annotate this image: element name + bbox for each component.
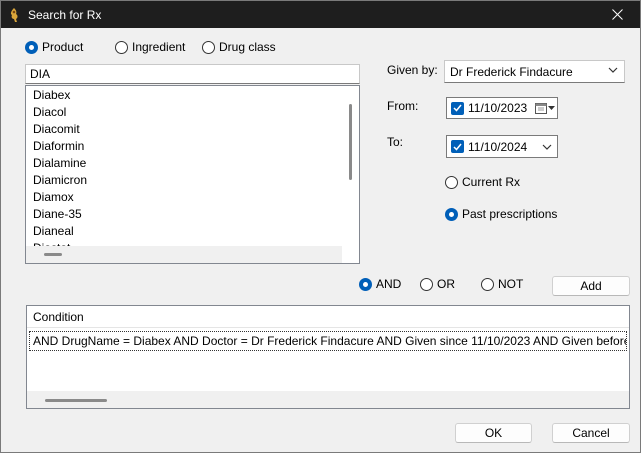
radio-label: NOT (498, 277, 524, 291)
list-item-selected[interactable]: Diabex (33, 88, 70, 102)
radio-drug-class[interactable]: Drug class (202, 40, 276, 54)
results-horizontal-scrollbar[interactable] (26, 246, 342, 263)
given-by-dropdown[interactable]: Dr Frederick Findacure (444, 60, 625, 83)
to-label: To: (387, 135, 404, 149)
from-date-picker[interactable]: 11/10/2023 (446, 97, 558, 119)
radio-indicator (445, 175, 458, 189)
radio-label: Product (42, 40, 84, 54)
list-item[interactable]: Diane-35 (30, 206, 340, 223)
radio-or[interactable]: OR (420, 277, 455, 291)
chevron-down-icon (608, 67, 618, 73)
list-item[interactable]: Diacomit (30, 121, 340, 138)
window-title: Search for Rx (28, 7, 102, 22)
radio-indicator (359, 277, 372, 291)
radio-label: Ingredient (132, 40, 186, 54)
results-items: Diabex Diacol Diacomit Diaformin Dialami… (30, 87, 340, 248)
close-icon (611, 9, 623, 20)
results-list[interactable]: Diabex Diacol Diacomit Diaformin Dialami… (25, 85, 360, 264)
from-date-value: 11/10/2023 (468, 101, 528, 115)
conditions-list[interactable]: Condition AND DrugName = Diabex AND Doct… (26, 305, 630, 409)
radio-indicator (481, 277, 494, 291)
search-input[interactable]: DIA (25, 64, 360, 84)
radio-label: Current Rx (462, 175, 521, 189)
cancel-button[interactable]: Cancel (552, 423, 630, 443)
condition-row[interactable]: AND DrugName = Diabex AND Doctor = Dr Fr… (29, 331, 627, 351)
radio-indicator (202, 40, 215, 54)
add-button[interactable]: Add (552, 276, 630, 296)
horizontal-scroll-thumb[interactable] (45, 399, 107, 402)
radio-past-prescriptions[interactable]: Past prescriptions (445, 207, 557, 221)
radio-current-rx[interactable]: Current Rx (445, 175, 520, 189)
radio-indicator (420, 277, 433, 291)
search-rx-dialog: Search for Rx Product Ingredient Drug cl… (0, 0, 641, 453)
calendar-icon (535, 102, 548, 114)
calendar-button[interactable] (535, 102, 556, 114)
dropdown-arrow-icon (548, 105, 556, 110)
list-item[interactable]: Diamox (30, 189, 340, 206)
ok-button[interactable]: OK (455, 423, 532, 443)
radio-label: AND (376, 277, 402, 291)
radio-label: Drug class (219, 40, 276, 54)
radio-product[interactable]: Product (25, 40, 83, 54)
radio-not[interactable]: NOT (481, 277, 523, 291)
list-item[interactable]: Dianeal (30, 223, 340, 240)
list-item[interactable]: Diacol (30, 104, 340, 121)
radio-indicator (25, 40, 38, 54)
from-label: From: (387, 99, 419, 113)
to-date-checkbox[interactable] (451, 140, 464, 153)
conditions-horizontal-scrollbar[interactable] (27, 391, 629, 408)
given-by-label: Given by: (387, 63, 438, 77)
radio-and[interactable]: AND (359, 277, 401, 291)
radio-ingredient[interactable]: Ingredient (115, 40, 185, 54)
horizontal-scroll-thumb[interactable] (44, 253, 62, 256)
title-bar: Search for Rx (1, 1, 640, 28)
results-vertical-scrollbar[interactable] (342, 86, 359, 246)
app-icon (8, 7, 22, 23)
list-item[interactable]: Diamicron (30, 172, 340, 189)
from-date-checkbox[interactable] (451, 101, 464, 115)
list-item[interactable]: Dialamine (30, 155, 340, 172)
radio-indicator (445, 207, 458, 221)
check-icon (453, 143, 462, 151)
vertical-scroll-thumb[interactable] (349, 104, 352, 180)
given-by-value: Dr Frederick Findacure (450, 64, 573, 79)
radio-label: OR (437, 277, 455, 291)
chevron-down-icon[interactable] (542, 144, 552, 150)
check-icon (453, 104, 462, 112)
to-date-value: 11/10/2024 (468, 139, 528, 154)
list-item[interactable]: Diaformin (30, 138, 340, 155)
close-button[interactable] (594, 1, 640, 28)
radio-label: Past prescriptions (462, 207, 558, 221)
condition-column-header: Condition (27, 306, 629, 328)
radio-indicator (115, 40, 128, 54)
to-date-picker[interactable]: 11/10/2024 (446, 135, 558, 158)
